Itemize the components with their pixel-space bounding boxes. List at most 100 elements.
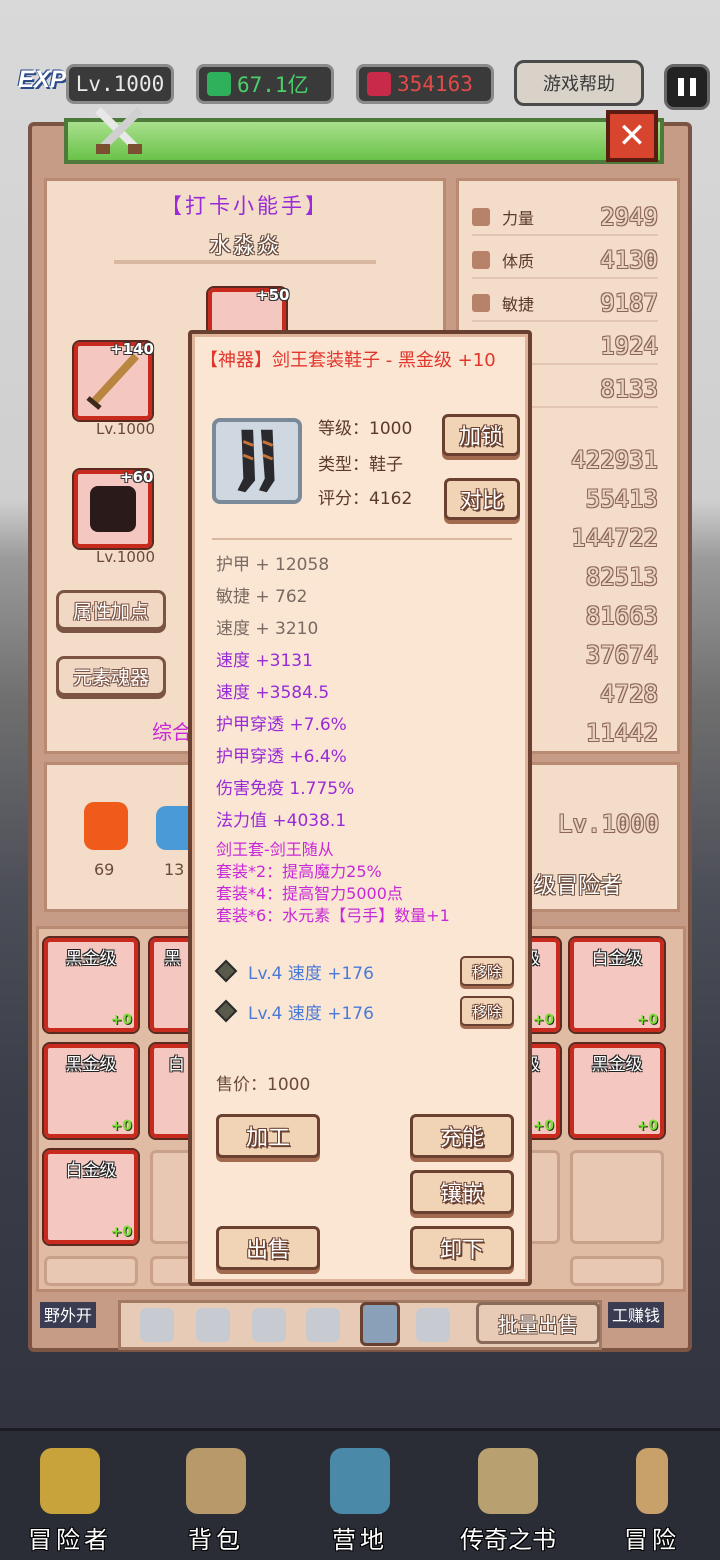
- tab-armor-icon[interactable]: [306, 1308, 340, 1342]
- inventory-empty-slot[interactable]: [44, 1256, 138, 1286]
- nav-backpack[interactable]: 背包: [156, 1440, 276, 1556]
- boot-icon: [472, 294, 490, 312]
- stat-value: 144722: [571, 524, 658, 552]
- unequip-button[interactable]: 卸下: [410, 1226, 514, 1270]
- remove-gem-button[interactable]: 移除: [460, 996, 514, 1026]
- level-text: Lv.1000: [75, 72, 165, 96]
- character-title: 【打卡小能手】: [161, 194, 329, 218]
- crossed-swords-icon: [95, 107, 143, 154]
- compare-button[interactable]: 对比: [444, 478, 520, 520]
- bonus-attr: 速度 +3584.5: [216, 683, 330, 703]
- equip-plus: +50: [256, 286, 290, 304]
- stat-value: 81663: [585, 602, 658, 630]
- side-tag-left[interactable]: 野外开: [40, 1302, 97, 1328]
- close-button[interactable]: ✕: [606, 110, 658, 162]
- bonus-attr: 护甲穿透 +7.6%: [216, 715, 347, 735]
- set-bonus: 套装*6：水元素【弓手】数量+1: [216, 906, 450, 925]
- inventory-empty-slot[interactable]: [570, 1150, 664, 1244]
- batch-sell-button[interactable]: 批量出售: [476, 1302, 600, 1344]
- camp-banner-icon: [330, 1448, 390, 1514]
- remove-gem-button[interactable]: 移除: [460, 956, 514, 986]
- divider: [212, 538, 512, 540]
- armor-icon: [90, 486, 136, 532]
- item-icon-frame: [212, 418, 302, 504]
- book-icon: [478, 1448, 538, 1514]
- level-display: Lv.1000: [66, 64, 174, 104]
- stat-value: 422931: [571, 446, 658, 474]
- item-detail-popup: 【神器】剑王套装鞋子 - 黑金级 +10 等级：1000 类型：鞋子 评分：41…: [188, 330, 532, 1286]
- item-level: 等级：1000: [318, 419, 413, 439]
- inventory-item[interactable]: 白金级 +0: [42, 1148, 140, 1246]
- element-soul-button[interactable]: 元素魂器: [56, 656, 166, 696]
- ruby-amount: 354163: [397, 72, 473, 96]
- sword-nav-icon: [636, 1448, 668, 1514]
- nav-adventure[interactable]: 冒险: [592, 1440, 712, 1556]
- adventurer-rank: 级冒险者: [534, 874, 623, 899]
- tab-helmet-icon[interactable]: [252, 1308, 286, 1342]
- bonus-attr: 速度 +3131: [216, 651, 313, 671]
- side-tag-right[interactable]: 工赚钱: [608, 1302, 665, 1328]
- nav-adventurer[interactable]: 冒险者: [10, 1440, 130, 1556]
- item-title: 【神器】剑王套装鞋子 - 黑金级 +10: [200, 350, 496, 371]
- bonus-attr: 法力值 +4038.1: [216, 811, 347, 831]
- combined-label: 综合: [152, 720, 192, 744]
- tab-ring-icon[interactable]: [416, 1308, 450, 1342]
- name-divider: [114, 260, 376, 264]
- tab-weapon-icon[interactable]: [140, 1308, 174, 1342]
- fire-element-count: 69: [94, 860, 115, 879]
- equip-plus: +140: [110, 340, 154, 358]
- bonus-attr: 护甲穿透 +6.4%: [216, 747, 347, 767]
- stat-value: 11442: [585, 719, 658, 747]
- base-attr: 速度 + 3210: [216, 619, 319, 639]
- gold-gem-icon: [207, 72, 231, 96]
- equip-level: Lv.1000: [96, 548, 156, 566]
- inventory-item[interactable]: 黑金级 +0: [42, 1042, 140, 1140]
- item-score: 评分：4162: [318, 489, 413, 509]
- inventory-item[interactable]: 黑金级 +0: [568, 1042, 666, 1140]
- stat-value: 4728: [600, 680, 658, 708]
- pause-button[interactable]: [664, 64, 710, 110]
- lock-button[interactable]: 加锁: [442, 414, 520, 456]
- gold-display: 67.1亿: [196, 64, 334, 104]
- socketed-gem: Lv.4 速度 +176 移除: [214, 954, 514, 988]
- heart-icon: [472, 251, 490, 269]
- adventurer-level: Lv.1000: [558, 810, 660, 838]
- sell-price: 售价：1000: [216, 1075, 311, 1095]
- base-attr: 护甲 + 12058: [216, 555, 330, 575]
- sell-button[interactable]: 出售: [216, 1226, 320, 1270]
- fire-element-icon[interactable]: [84, 802, 128, 850]
- gold-amount: 67.1亿: [237, 73, 309, 97]
- character-name: 水淼焱: [208, 234, 281, 259]
- base-attr: 敏捷 + 762: [216, 587, 308, 607]
- set-name: 剑王套-剑王随从: [216, 840, 334, 859]
- exp-badge: EXP: [18, 66, 67, 93]
- stat-strength: 力量 2949: [472, 200, 658, 236]
- stat-value: 55413: [585, 485, 658, 513]
- water-element-icon[interactable]: [156, 806, 190, 850]
- set-bonus: 套装*4：提高智力5000点: [216, 884, 403, 903]
- charge-button[interactable]: 充能: [410, 1114, 514, 1158]
- panel-titlebar: [64, 118, 664, 164]
- process-button[interactable]: 加工: [216, 1114, 320, 1158]
- gem-icon: [214, 999, 238, 1023]
- backpack-icon: [186, 1448, 246, 1514]
- nav-camp[interactable]: 营地: [300, 1440, 420, 1556]
- tab-shield-icon[interactable]: [196, 1308, 230, 1342]
- stat-value: 37674: [585, 641, 658, 669]
- inventory-item[interactable]: 黑金级 +0: [42, 936, 140, 1034]
- attribute-points-button[interactable]: 属性加点: [56, 590, 166, 630]
- stat-constitution: 体质 4130: [472, 243, 658, 279]
- equip-plus: +60: [120, 468, 154, 486]
- set-bonus: 套装*2：提高魔力25%: [216, 862, 382, 881]
- inventory-empty-slot[interactable]: [570, 1256, 664, 1286]
- inventory-item[interactable]: 白金级 +0: [568, 936, 666, 1034]
- item-type: 类型：鞋子: [318, 455, 403, 475]
- help-button[interactable]: 游戏帮助: [514, 60, 644, 106]
- equip-level: Lv.1000: [96, 420, 156, 438]
- boots-icon: [237, 429, 275, 493]
- bonus-attr: 伤害免疫 1.775%: [216, 779, 355, 799]
- socketed-gem: Lv.4 速度 +176 移除: [214, 994, 514, 1028]
- tab-boots-icon[interactable]: [360, 1302, 400, 1346]
- nav-legend-book[interactable]: 传奇之书: [448, 1440, 568, 1556]
- inlay-button[interactable]: 镶嵌: [410, 1170, 514, 1214]
